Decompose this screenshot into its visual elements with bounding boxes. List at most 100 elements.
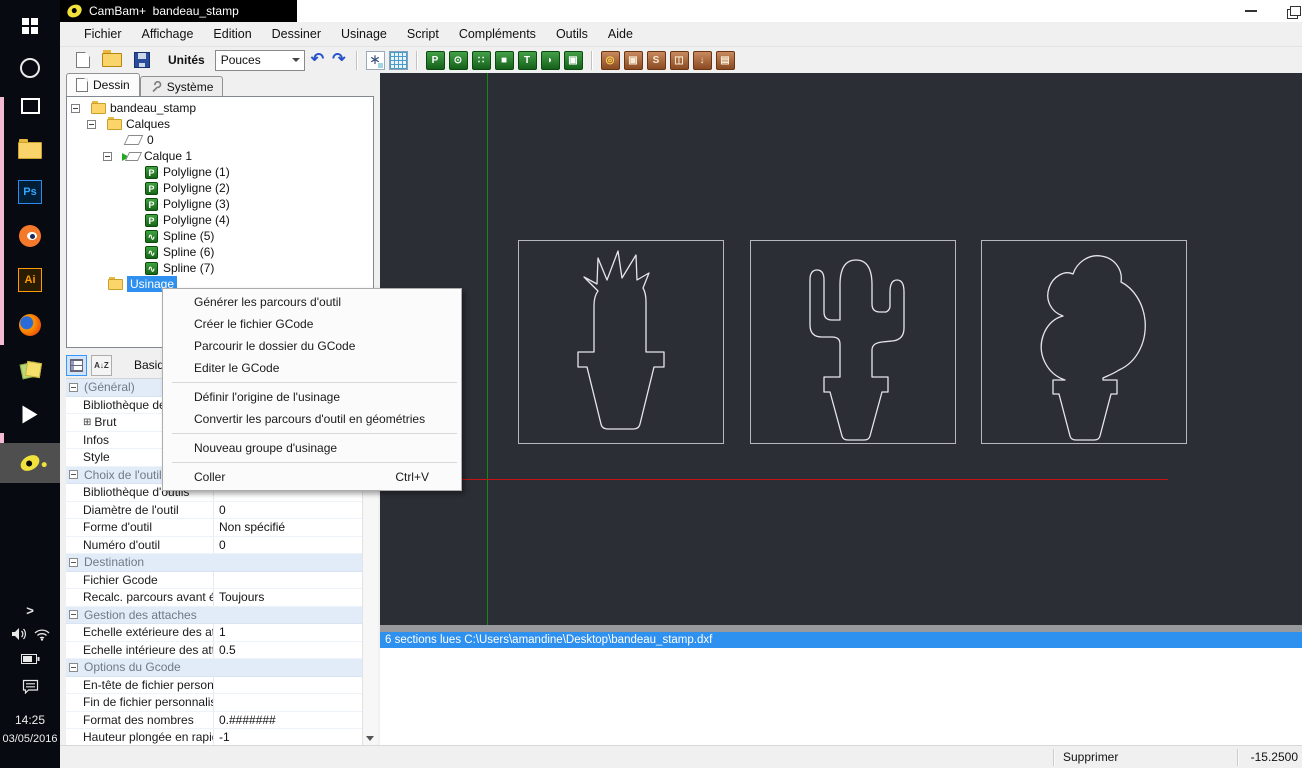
tree-item-spline-5[interactable]: Spline (5) bbox=[67, 228, 373, 244]
menu-outils[interactable]: Outils bbox=[546, 23, 598, 45]
draw-circle-button[interactable]: ⊙ bbox=[449, 51, 468, 70]
show-hidden-icons-button[interactable]: > bbox=[0, 600, 60, 620]
tree-item-spline-6[interactable]: Spline (6) bbox=[67, 244, 373, 260]
firefox-button[interactable] bbox=[0, 305, 60, 345]
menu-dessiner[interactable]: Dessiner bbox=[262, 23, 331, 45]
menu-item-editer-gcode[interactable]: Editer le GCode bbox=[163, 357, 461, 379]
stamp-square-2[interactable] bbox=[750, 240, 956, 444]
tab-systeme[interactable]: Système bbox=[140, 76, 224, 96]
draw-text-button[interactable]: T bbox=[518, 51, 537, 70]
pocket-op-button[interactable]: ▣ bbox=[624, 51, 643, 70]
drill-op-button[interactable]: ↓ bbox=[693, 51, 712, 70]
photoshop-button[interactable]: Ps bbox=[0, 172, 60, 212]
tree-item-polyligne-1[interactable]: Polyligne (1) bbox=[67, 164, 373, 180]
tree-item-file[interactable]: bandeau_stamp bbox=[67, 100, 373, 116]
tree-item-calques[interactable]: Calques bbox=[67, 116, 373, 132]
units-combobox[interactable]: Pouces bbox=[215, 50, 305, 71]
collapse-icon[interactable] bbox=[69, 558, 78, 567]
draw-surface-button[interactable]: ▣ bbox=[564, 51, 583, 70]
menu-item-definir-origine[interactable]: Définir l'origine de l'usinage bbox=[163, 386, 461, 408]
menu-item-nouveau-groupe[interactable]: Nouveau groupe d'usinage bbox=[163, 437, 461, 459]
file-explorer-button[interactable] bbox=[0, 130, 60, 170]
stamp-square-3[interactable] bbox=[981, 240, 1187, 444]
menu-complements[interactable]: Compléments bbox=[449, 23, 546, 45]
menu-item-creer-gcode[interactable]: Créer le fichier GCode bbox=[163, 313, 461, 335]
profile-op-button[interactable]: ◎ bbox=[601, 51, 620, 70]
menu-item-parcourir-dossier-gcode[interactable]: Parcourir le dossier du GCode bbox=[163, 335, 461, 357]
categorized-view-button[interactable] bbox=[66, 355, 87, 376]
menu-fichier[interactable]: Fichier bbox=[74, 23, 132, 45]
engrave-op-button[interactable]: S bbox=[647, 51, 666, 70]
tree-item-polyligne-4[interactable]: Polyligne (4) bbox=[67, 212, 373, 228]
tree-item-layer-0[interactable]: 0 bbox=[67, 132, 373, 148]
menu-aide[interactable]: Aide bbox=[598, 23, 643, 45]
illustrator-button[interactable]: Ai bbox=[0, 260, 60, 300]
tree-item-polyligne-3[interactable]: Polyligne (3) bbox=[67, 196, 373, 212]
blender-button[interactable] bbox=[0, 216, 60, 256]
task-view-button[interactable] bbox=[0, 86, 60, 126]
property-row[interactable]: Diamètre de l'outil0 bbox=[66, 502, 363, 520]
property-row[interactable]: Echelle intérieure des attaches0.5 bbox=[66, 642, 363, 660]
collapse-icon[interactable] bbox=[103, 152, 112, 161]
collapse-icon[interactable] bbox=[69, 383, 78, 392]
clock-date[interactable]: 03/05/2016 bbox=[0, 731, 60, 747]
property-row[interactable]: Numéro d'outil0 bbox=[66, 537, 363, 555]
tree-item-calque-1[interactable]: Calque 1 bbox=[67, 148, 373, 164]
snap-points-button[interactable]: ∗ bbox=[366, 51, 385, 70]
property-row[interactable]: Forme d'outilNon spécifié bbox=[66, 519, 363, 537]
property-row[interactable]: Format des nombres0.####### bbox=[66, 712, 363, 730]
battery-status[interactable] bbox=[0, 648, 60, 670]
cambam-taskbar-button[interactable] bbox=[0, 443, 60, 483]
property-row[interactable]: Echelle extérieure des attaches1 bbox=[66, 624, 363, 642]
property-category[interactable]: Gestion des attaches bbox=[66, 607, 363, 625]
stamp-square-1[interactable] bbox=[518, 240, 724, 444]
property-row[interactable]: Fichier Gcode bbox=[66, 572, 363, 590]
open-file-button[interactable] bbox=[102, 53, 122, 67]
gcode-op-button[interactable]: ▤ bbox=[716, 51, 735, 70]
menu-affichage[interactable]: Affichage bbox=[132, 23, 204, 45]
action-center-button[interactable] bbox=[0, 674, 60, 698]
property-row[interactable]: En-tête de fichier personnalisé bbox=[66, 677, 363, 695]
horizontal-splitter[interactable] bbox=[380, 625, 1302, 632]
menu-item-convertir-parcours[interactable]: Convertir les parcours d'outil en géomét… bbox=[163, 408, 461, 430]
property-row[interactable]: Fin de fichier personnalisée bbox=[66, 694, 363, 712]
undo-button[interactable]: ↶ bbox=[311, 52, 324, 68]
start-button[interactable] bbox=[0, 6, 60, 46]
menu-edition[interactable]: Edition bbox=[203, 23, 261, 45]
tray-sound-network[interactable] bbox=[0, 622, 60, 646]
collapse-icon[interactable] bbox=[69, 663, 78, 672]
tree-item-spline-7[interactable]: Spline (7) bbox=[67, 260, 373, 276]
notes-app-button[interactable] bbox=[0, 350, 60, 390]
tab-dessin[interactable]: Dessin bbox=[66, 73, 140, 96]
drawing-canvas[interactable] bbox=[380, 73, 1302, 625]
draw-polyline-button[interactable]: P bbox=[426, 51, 445, 70]
log-selected-line[interactable]: 6 sections lues C:\Users\amandine\Deskto… bbox=[380, 632, 1302, 648]
new-file-button[interactable] bbox=[76, 52, 90, 68]
menu-usinage[interactable]: Usinage bbox=[331, 23, 397, 45]
collapse-icon[interactable] bbox=[69, 470, 78, 479]
clock-time[interactable]: 14:25 bbox=[0, 712, 60, 728]
menu-item-generer-parcours[interactable]: Générer les parcours d'outil bbox=[163, 291, 461, 313]
property-category[interactable]: Options du Gcode bbox=[66, 659, 363, 677]
restore-button[interactable] bbox=[1284, 3, 1302, 21]
redo-button[interactable]: ↷ bbox=[332, 52, 345, 68]
profile3d-op-button[interactable]: ◫ bbox=[670, 51, 689, 70]
menu-script[interactable]: Script bbox=[397, 23, 449, 45]
grid-toggle-button[interactable] bbox=[389, 51, 408, 70]
property-row[interactable]: Recalc. parcours avant écritureToujours bbox=[66, 589, 363, 607]
collapse-icon[interactable] bbox=[69, 610, 78, 619]
collapse-icon[interactable] bbox=[71, 104, 80, 113]
alphabetical-view-button[interactable]: A↓Z bbox=[91, 355, 112, 376]
cortana-button[interactable] bbox=[0, 48, 60, 88]
property-category[interactable]: Destination bbox=[66, 554, 363, 572]
unity-button[interactable] bbox=[0, 394, 60, 434]
draw-arc-button[interactable]: ◗ bbox=[541, 51, 560, 70]
draw-points-button[interactable]: ∷ bbox=[472, 51, 491, 70]
collapse-icon[interactable] bbox=[87, 120, 96, 129]
property-row[interactable]: Hauteur plongée en rapide-1 bbox=[66, 729, 363, 746]
tree-item-polyligne-2[interactable]: Polyligne (2) bbox=[67, 180, 373, 196]
draw-rectangle-button[interactable]: ■ bbox=[495, 51, 514, 70]
menu-item-coller[interactable]: CollerCtrl+V bbox=[163, 466, 461, 488]
minimize-button[interactable] bbox=[1236, 0, 1266, 22]
save-file-button[interactable] bbox=[134, 52, 150, 68]
